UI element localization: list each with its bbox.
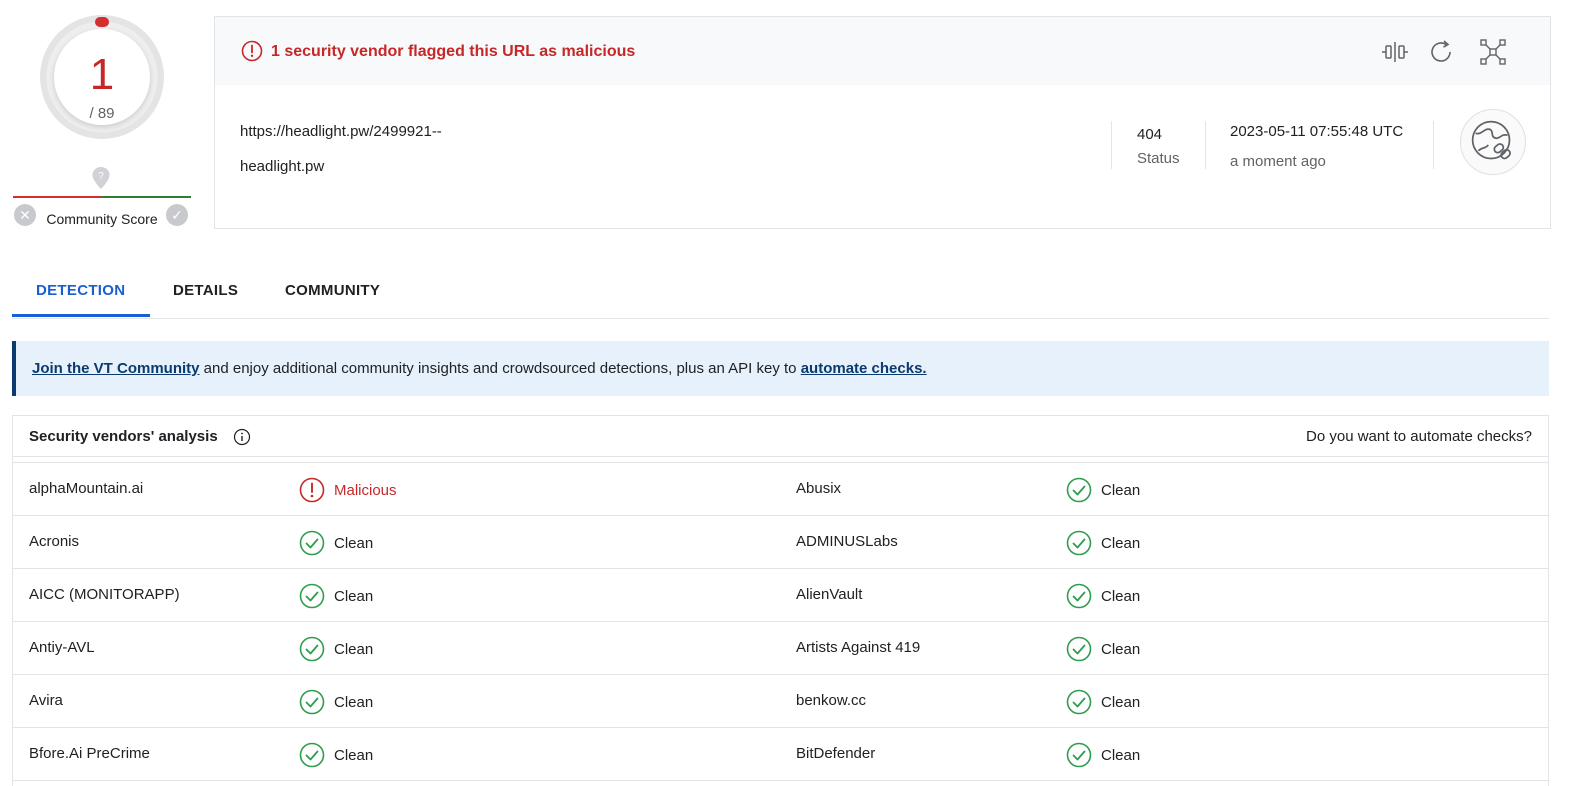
table-row: Antiy-AVL Clean Artists Against 419 Clean bbox=[13, 622, 1548, 675]
table-row: alphaMountain.ai Malicious Abusix Clean bbox=[13, 463, 1548, 516]
verdict-label: Clean bbox=[1101, 693, 1141, 711]
table-row: AICC (MONITORAPP) Clean AlienVault Clean bbox=[13, 569, 1548, 622]
url-summary-card: 1 security vendor flagged this URL as ma… bbox=[214, 16, 1551, 229]
verdict-label: Clean bbox=[334, 534, 374, 552]
check-circle-icon bbox=[299, 742, 325, 768]
vendor-verdict: Clean bbox=[1066, 636, 1140, 662]
vendor-verdict: Clean bbox=[1066, 530, 1140, 556]
info-icon[interactable] bbox=[233, 428, 251, 446]
active-tab-indicator bbox=[12, 314, 150, 317]
verdict-label: Malicious bbox=[334, 481, 397, 499]
vendor-verdict: Clean bbox=[299, 636, 373, 662]
vendor-name: Antiy-AVL bbox=[29, 639, 95, 656]
vendor-name: Avira bbox=[29, 692, 63, 709]
verdict-label: Clean bbox=[1101, 587, 1141, 605]
vendor-name: BitDefender bbox=[796, 745, 876, 762]
alert-message: 1 security vendor flagged this URL as ma… bbox=[271, 43, 636, 60]
vendor-verdict: Clean bbox=[299, 530, 373, 556]
section-title: Security vendors' analysis bbox=[29, 428, 218, 445]
verdict-label: Clean bbox=[1101, 481, 1141, 499]
analysis-date: 2023-05-11 07:55:48 UTC bbox=[1230, 123, 1404, 140]
vendor-verdict: Clean bbox=[299, 583, 373, 609]
verdict-label: Clean bbox=[334, 693, 374, 711]
join-community-link[interactable]: Join the VT Community bbox=[32, 360, 200, 377]
vendor-name: ADMINUSLabs bbox=[796, 533, 898, 550]
total-engines: / 89 bbox=[89, 105, 115, 122]
tab-details[interactable]: DETAILS bbox=[173, 282, 238, 299]
refresh-icon[interactable] bbox=[1426, 37, 1456, 67]
vendor-verdict: Clean bbox=[1066, 583, 1140, 609]
vendor-name: AICC (MONITORAPP) bbox=[29, 586, 180, 603]
tab-community[interactable]: COMMUNITY bbox=[285, 282, 380, 299]
vendor-name: alphaMountain.ai bbox=[29, 480, 144, 497]
verdict-label: Clean bbox=[1101, 534, 1141, 552]
alert-circle-icon bbox=[299, 477, 325, 503]
detection-score-gauge: 1 / 89 bbox=[40, 15, 164, 139]
vendor-verdict: Clean bbox=[299, 689, 373, 715]
verdict-label: Clean bbox=[1101, 746, 1141, 764]
upvote-button[interactable]: ✓ bbox=[166, 204, 188, 226]
divider bbox=[1205, 121, 1206, 169]
community-banner: Join the VT Community and enjoy addition… bbox=[12, 341, 1549, 396]
vendor-name: AlienVault bbox=[796, 586, 863, 603]
check-circle-icon bbox=[1066, 742, 1092, 768]
verdict-label: Clean bbox=[1101, 640, 1141, 658]
check-circle-icon bbox=[299, 689, 325, 715]
table-row: Acronis Clean ADMINUSLabs Clean bbox=[13, 516, 1548, 569]
gauge-indicator-dot bbox=[95, 17, 109, 27]
check-circle-icon bbox=[1066, 636, 1092, 662]
vendor-name: Acronis bbox=[29, 533, 80, 550]
downvote-button[interactable]: ✕ bbox=[14, 204, 36, 226]
vendor-name: Artists Against 419 bbox=[796, 639, 921, 656]
verdict-label: Clean bbox=[334, 587, 374, 605]
vendor-results-table: alphaMountain.ai Malicious Abusix Clean Acro… bbox=[13, 463, 1548, 781]
automate-checks-prompt[interactable]: Do you want to automate checks? bbox=[1306, 428, 1532, 445]
graph-icon[interactable] bbox=[1478, 37, 1508, 67]
automate-checks-link[interactable]: automate checks. bbox=[801, 360, 927, 377]
vendor-name: Bfore.Ai PreCrime bbox=[29, 745, 150, 762]
http-status-label: Status bbox=[1137, 150, 1180, 167]
alert-circle-icon bbox=[241, 40, 263, 62]
check-circle-icon bbox=[1066, 689, 1092, 715]
check-circle-icon bbox=[1066, 477, 1092, 503]
vendors-analysis: Security vendors' analysis Do you want t… bbox=[12, 415, 1549, 786]
domain-link[interactable]: headlight.pw bbox=[240, 158, 324, 175]
vendor-verdict: Clean bbox=[1066, 689, 1140, 715]
verdict-label: Clean bbox=[334, 640, 374, 658]
community-score-bar-negative bbox=[13, 196, 102, 198]
verdict-label: Clean bbox=[334, 746, 374, 764]
vendor-name: benkow.cc bbox=[796, 692, 867, 709]
alert-header: 1 security vendor flagged this URL as ma… bbox=[215, 17, 1550, 85]
community-score-bar-positive bbox=[102, 196, 191, 198]
vendors-analysis-header: Security vendors' analysis Do you want t… bbox=[13, 416, 1548, 457]
gauge-center: 1 / 89 bbox=[54, 29, 150, 125]
check-circle-icon bbox=[1066, 530, 1092, 556]
tab-detection[interactable]: DETECTION bbox=[36, 282, 125, 299]
http-status-code: 404 bbox=[1137, 126, 1163, 143]
check-circle-icon bbox=[1066, 583, 1092, 609]
scanned-url[interactable]: https://headlight.pw/2499921-- bbox=[240, 123, 442, 140]
table-row: Avira Clean benkow.cc Clean bbox=[13, 675, 1548, 728]
check-circle-icon bbox=[299, 583, 325, 609]
location-pin-icon: ? bbox=[92, 167, 110, 189]
divider bbox=[1433, 121, 1434, 169]
globe-link-icon bbox=[1460, 109, 1526, 175]
vendor-name: Abusix bbox=[796, 480, 842, 497]
vendor-verdict: Clean bbox=[1066, 742, 1140, 768]
detection-count: 1 bbox=[89, 50, 115, 99]
banner-message: and enjoy additional community insights … bbox=[199, 360, 801, 377]
divider bbox=[1111, 121, 1112, 169]
check-circle-icon bbox=[299, 530, 325, 556]
vendor-verdict: Clean bbox=[1066, 477, 1140, 503]
vendor-verdict: Clean bbox=[299, 742, 373, 768]
banner-text: Join the VT Community and enjoy addition… bbox=[32, 360, 927, 377]
table-row: Bfore.Ai PreCrime Clean BitDefender Clean bbox=[13, 728, 1548, 781]
check-circle-icon bbox=[299, 636, 325, 662]
community-score-label: Community Score bbox=[46, 211, 158, 227]
vendor-verdict: Malicious bbox=[299, 477, 397, 503]
result-tabs: DETECTION DETAILS COMMUNITY bbox=[12, 268, 1549, 319]
compare-icon[interactable] bbox=[1380, 37, 1410, 67]
svg-text:?: ? bbox=[98, 171, 104, 182]
analysis-relative-time: a moment ago bbox=[1230, 153, 1326, 170]
